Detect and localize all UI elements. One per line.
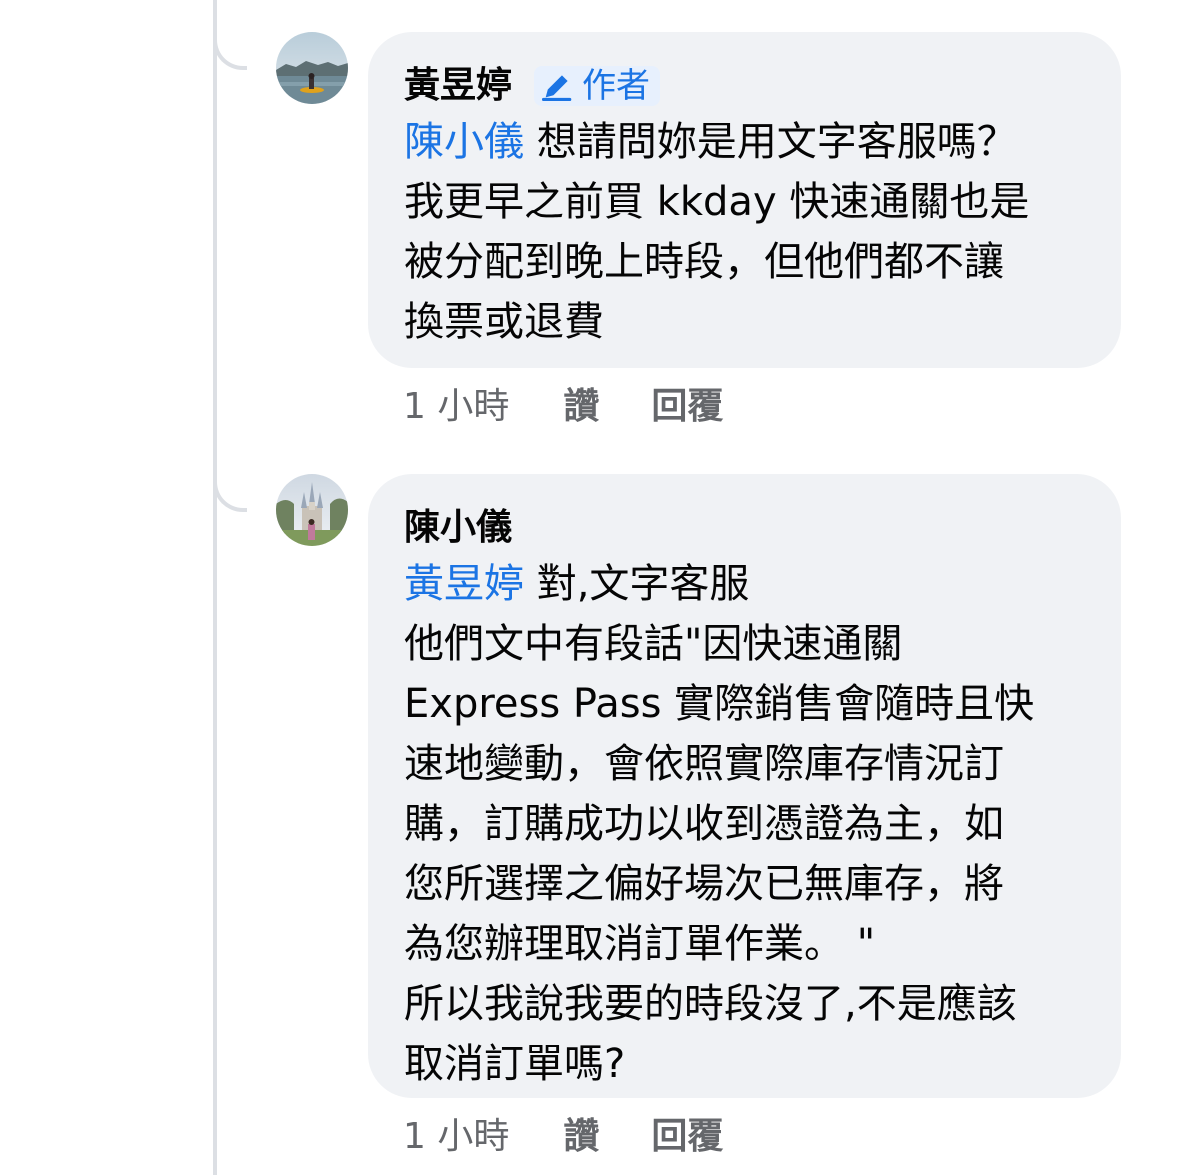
comment-text: 陳小儀 想請問妳是用文字客服嗎？ 我更早之前買 kkday 快速通關也是 被分配… xyxy=(404,112,1085,352)
comment-text-line: 我更早之前買 kkday 快速通關也是 xyxy=(404,179,1030,225)
avatar[interactable] xyxy=(276,32,348,104)
reply-button[interactable]: 回覆 xyxy=(651,1112,723,1162)
comment-actions: 1 小時 讚 回覆 xyxy=(403,382,723,432)
comment-text-line: 換票或退費 xyxy=(404,299,604,345)
comment-thread: 黃昱婷 作者 陳小儀 想請問妳是用文字客服嗎？ 我更早之前買 kkday 快速通… xyxy=(0,0,1179,1175)
comment-text-line: 為您辦理取消訂單作業。 " xyxy=(404,921,876,967)
avatar-castle-photo xyxy=(276,474,348,546)
mention-link[interactable]: 黃昱婷 xyxy=(404,561,524,607)
comment-bubble: 黃昱婷 作者 陳小儀 想請問妳是用文字客服嗎？ 我更早之前買 kkday 快速通… xyxy=(368,32,1121,368)
timestamp[interactable]: 1 小時 xyxy=(403,382,509,432)
comment-text-line: 取消訂單嗎? xyxy=(404,1041,626,1087)
author-name[interactable]: 黃昱婷 xyxy=(404,64,512,108)
avatar[interactable] xyxy=(276,474,348,546)
comment-text-line: 購，訂購成功以收到憑證為主，如 xyxy=(404,801,1004,847)
mention-link[interactable]: 陳小儀 xyxy=(404,119,524,165)
thread-connector xyxy=(213,478,247,512)
thread-connector xyxy=(213,36,247,70)
pencil-icon xyxy=(541,75,572,102)
comment-text-line: Express Pass 實際銷售會隨時且快 xyxy=(404,681,1035,727)
comment-text-line: 速地變動，會依照實際庫存情況訂 xyxy=(404,741,1004,787)
comment-text-line: 您所選擇之偏好場次已無庫存，將 xyxy=(404,861,1004,907)
comment-text-line: 想請問妳是用文字客服嗎？ xyxy=(524,119,1017,165)
comment-bubble: 陳小儀 黃昱婷 對,文字客服 他們文中有段話"因快速通關 Express Pas… xyxy=(368,474,1121,1098)
avatar-lake-photo xyxy=(276,32,348,104)
comment-actions: 1 小時 讚 回覆 xyxy=(403,1112,723,1162)
comment-text-line: 他們文中有段話"因快速通關 xyxy=(404,621,903,667)
comment-text-line: 被分配到晚上時段，但他們都不讓 xyxy=(404,239,1004,285)
thread-line xyxy=(213,0,217,1175)
timestamp[interactable]: 1 小時 xyxy=(403,1112,509,1162)
author-badge-label: 作者 xyxy=(582,66,651,106)
like-button[interactable]: 讚 xyxy=(563,382,599,432)
comment-text-line: 所以我說我要的時段沒了,不是應該 xyxy=(404,981,1017,1027)
comment-text: 黃昱婷 對,文字客服 他們文中有段話"因快速通關 Express Pass 實際… xyxy=(404,554,1085,1094)
author-name[interactable]: 陳小儀 xyxy=(404,506,512,550)
reply-button[interactable]: 回覆 xyxy=(651,382,723,432)
author-badge: 作者 xyxy=(534,66,661,106)
like-button[interactable]: 讚 xyxy=(563,1112,599,1162)
comment-text-line: 對,文字客服 xyxy=(524,561,750,607)
